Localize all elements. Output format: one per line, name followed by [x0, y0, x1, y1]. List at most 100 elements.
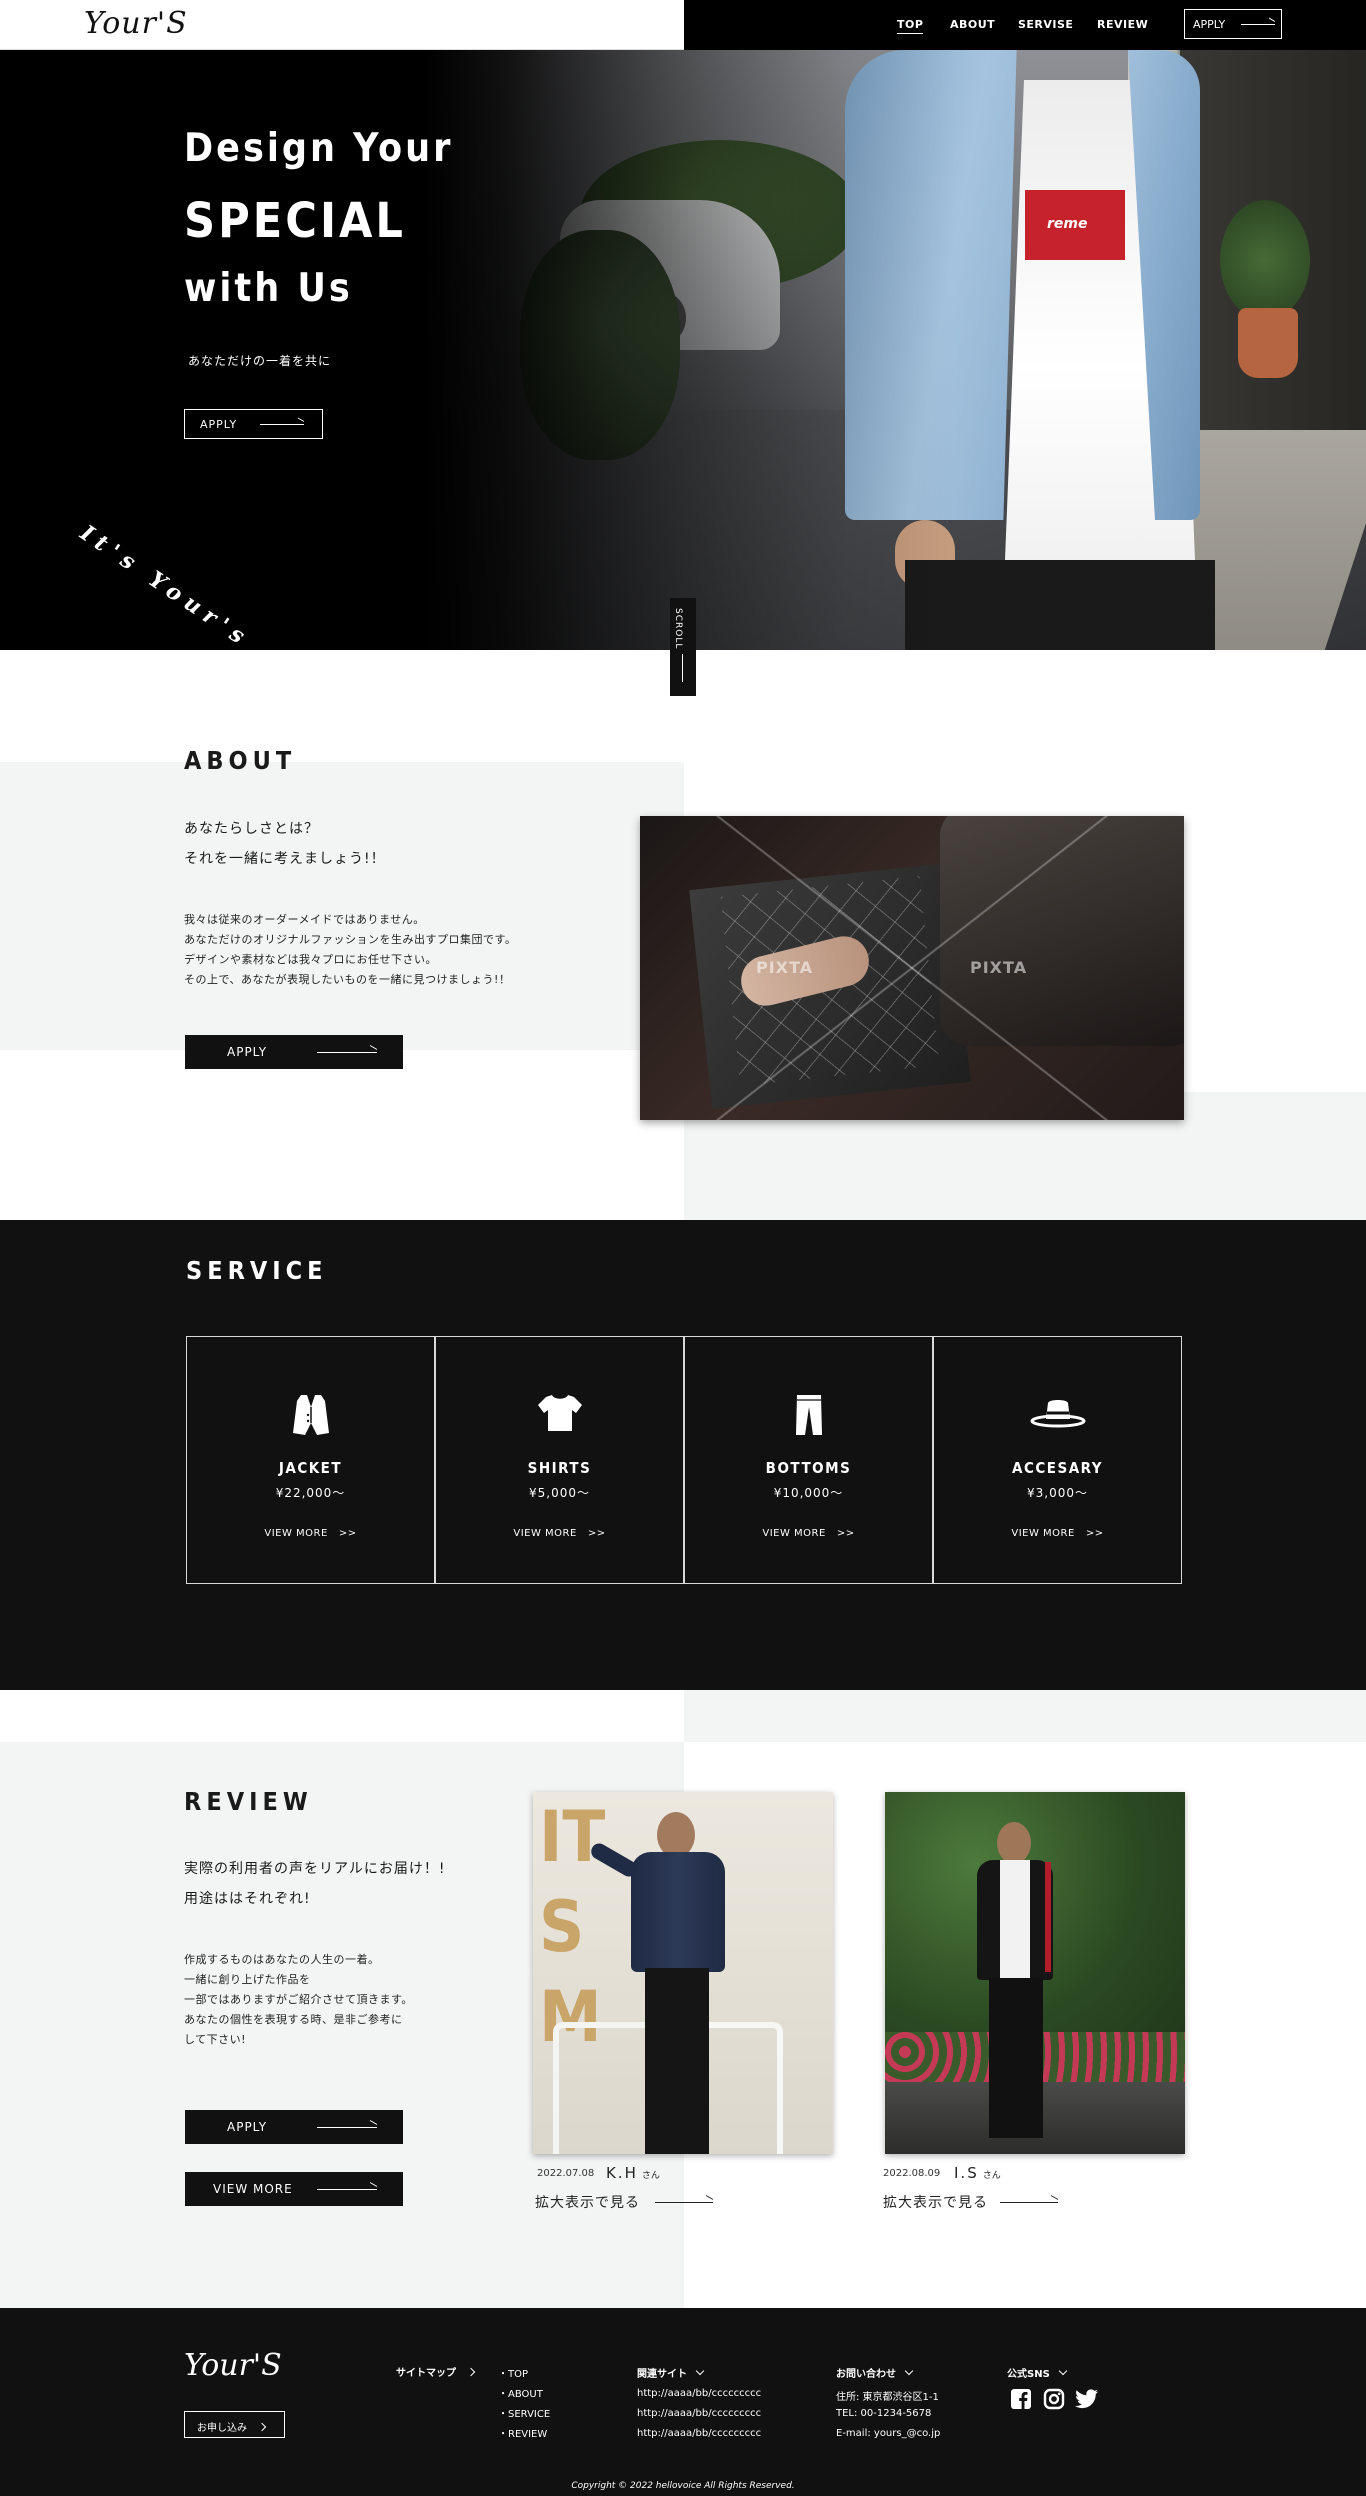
- review-apply-label: APPLY: [227, 2120, 268, 2134]
- footer-logo[interactable]: Your'S: [184, 2348, 282, 2383]
- scroll-label: SCROLL: [673, 608, 683, 650]
- footer-apply-button[interactable]: お申し込み: [184, 2411, 285, 2438]
- vest-icon: [187, 1393, 434, 1437]
- service-name: JACKET: [278, 1459, 343, 1477]
- footer-sns-label: 公式SNS: [1007, 2369, 1050, 2380]
- nav-review[interactable]: REVIEW: [1097, 18, 1148, 31]
- pants-icon: [685, 1393, 932, 1437]
- facebook-icon[interactable]: [1010, 2388, 1032, 2414]
- about-sewing-photo: PIXTA PIXTA: [640, 816, 1184, 1120]
- nav-about[interactable]: ABOUT: [950, 18, 995, 31]
- service-view-more[interactable]: VIEW MORE >>: [436, 1528, 683, 1539]
- hero-heading-line1: Design Your: [184, 126, 454, 171]
- hero-apply-button[interactable]: APPLY: [184, 409, 323, 439]
- footer-link-service[interactable]: ・SERVICE: [498, 2405, 550, 2420]
- review-lead-line1: 実際の利用者の声をリアルにお届け！!: [184, 1861, 446, 1877]
- scroll-indicator[interactable]: SCROLL: [670, 598, 696, 696]
- tshirt-icon: [436, 1393, 683, 1437]
- about-bg-panel: [0, 762, 684, 1050]
- arrow-right-icon: [655, 2202, 713, 2203]
- review-date: 2022.07.08: [537, 2168, 595, 2179]
- about-title: ABOUT: [184, 746, 297, 775]
- footer: [0, 2308, 1366, 2496]
- review-body-line: 一緒に創り上げた作品を: [184, 1973, 311, 1986]
- footer-contact-tel: TEL: 00-1234-5678: [836, 2408, 932, 2419]
- arrow-right-icon: [260, 424, 304, 425]
- review-enlarge-link[interactable]: 拡大表示で見る: [883, 2192, 1058, 2212]
- review-photo-is[interactable]: [885, 1792, 1185, 2154]
- review-bg-panel-right: [684, 1690, 1366, 1742]
- about-lead-line2: それを一緒に考えましょう!！: [184, 851, 386, 867]
- about-body-line: その上で、あなたが表現したいものを一緒に見つけましょう!！: [184, 973, 511, 986]
- hat-icon: [934, 1393, 1181, 1437]
- about-apply-button[interactable]: APPLY: [185, 1035, 403, 1069]
- chevron-down-icon: [904, 2366, 914, 2376]
- chevron-down-icon: [1058, 2366, 1068, 2376]
- view-more-label: VIEW MORE: [264, 1528, 328, 1539]
- service-title: SERVICE: [186, 1256, 328, 1285]
- review-body-line: 作成するものはあなたの人生の一着。: [184, 1953, 380, 1966]
- service-card-jacket[interactable]: JACKET ¥22,000～ VIEW MORE >>: [186, 1336, 435, 1584]
- review-name-text: I.S: [954, 2164, 979, 2182]
- review-body-line: して下さい!: [184, 2033, 247, 2046]
- footer-related-link[interactable]: http://aaaa/bb/ccccccccc: [637, 2408, 761, 2419]
- service-view-more[interactable]: VIEW MORE >>: [685, 1528, 932, 1539]
- review-body-line: あなたの個性を表現する時、是非ご参考に: [184, 2013, 403, 2026]
- chevron-right-icon: [466, 2367, 476, 2377]
- review-enlarge-label: 拡大表示で見る: [883, 2195, 988, 2211]
- review-date: 2022.08.09: [883, 2168, 941, 2179]
- review-enlarge-link[interactable]: 拡大表示で見る: [535, 2192, 713, 2212]
- nav-top[interactable]: TOP: [897, 18, 924, 34]
- photo-person-head: [997, 1822, 1031, 1864]
- arrow-right-icon: [317, 1052, 377, 1053]
- service-card-bottoms[interactable]: BOTTOMS ¥10,000～ VIEW MORE >>: [684, 1336, 933, 1584]
- view-more-label: VIEW MORE: [1011, 1528, 1075, 1539]
- footer-link-about[interactable]: ・ABOUT: [498, 2385, 543, 2400]
- header-apply-button[interactable]: APPLY: [1184, 9, 1282, 39]
- footer-sitemap-heading: サイトマップ: [396, 2364, 476, 2379]
- instagram-icon[interactable]: [1043, 2388, 1065, 2414]
- about-apply-label: APPLY: [227, 1045, 268, 1059]
- review-name-suffix: さん: [982, 2171, 1001, 2181]
- footer-link-top[interactable]: ・TOP: [498, 2365, 528, 2380]
- service-price: ¥5,000～: [529, 1486, 590, 1500]
- photo-person-legs: [989, 1978, 1043, 2138]
- review-view-more-label: VIEW MORE: [213, 2182, 293, 2196]
- chevron-right-icon: [257, 2422, 267, 2432]
- footer-apply-label: お申し込み: [197, 2423, 247, 2434]
- footer-contact-label: お問い合わせ: [836, 2369, 896, 2380]
- footer-related-link[interactable]: http://aaaa/bb/ccccccccc: [637, 2428, 761, 2439]
- review-photo-kh[interactable]: IT S M: [533, 1792, 833, 2154]
- about-body-line: デザインや素材などは我々プロにお任せ下さい。: [184, 953, 437, 966]
- chevron-down-icon: [695, 2366, 705, 2376]
- twitter-icon[interactable]: [1075, 2389, 1099, 2413]
- service-view-more[interactable]: VIEW MORE >>: [934, 1528, 1181, 1539]
- service-price: ¥22,000～: [275, 1486, 346, 1500]
- service-view-more[interactable]: VIEW MORE >>: [187, 1528, 434, 1539]
- service-name: ACCESARY: [1012, 1459, 1103, 1477]
- double-chevron-icon: >>: [587, 1528, 606, 1539]
- review-lead-line2: 用途ははそれぞれ!: [184, 1891, 311, 1907]
- review-title: REVIEW: [184, 1787, 313, 1816]
- service-price: ¥3,000～: [1027, 1486, 1088, 1500]
- footer-contact-email[interactable]: E-mail: yours_@co.jp: [836, 2428, 940, 2439]
- review-name-text: K.H: [606, 2164, 638, 2182]
- review-view-more-button[interactable]: VIEW MORE: [185, 2172, 403, 2206]
- footer-related-label: 関連サイト: [637, 2369, 687, 2380]
- photo-watermark: PIXTA: [970, 958, 1028, 977]
- header-apply-label: APPLY: [1193, 18, 1226, 31]
- footer-link-review[interactable]: ・REVIEW: [498, 2425, 547, 2440]
- service-card-accesary[interactable]: ACCESARY ¥3,000～ VIEW MORE >>: [933, 1336, 1182, 1584]
- footer-copyright: Copyright © 2022 hellovoice All Rights R…: [571, 2481, 795, 2491]
- photo-person-stripe: [1045, 1862, 1051, 1972]
- about-body-line: 我々は従来のオーダーメイドではありません。: [184, 913, 425, 926]
- about-lead-line1: あなたらしさとは？: [184, 821, 319, 837]
- nav-service[interactable]: SERVISE: [1018, 18, 1073, 31]
- site-logo[interactable]: Your'S: [84, 6, 188, 41]
- review-apply-button[interactable]: APPLY: [185, 2110, 403, 2144]
- service-card-shirts[interactable]: SHIRTS ¥5,000～ VIEW MORE >>: [435, 1336, 684, 1584]
- photo-person-body: [631, 1852, 725, 1972]
- arrow-right-icon: [1241, 24, 1275, 25]
- footer-related-link[interactable]: http://aaaa/bb/ccccccccc: [637, 2388, 761, 2399]
- view-more-label: VIEW MORE: [762, 1528, 826, 1539]
